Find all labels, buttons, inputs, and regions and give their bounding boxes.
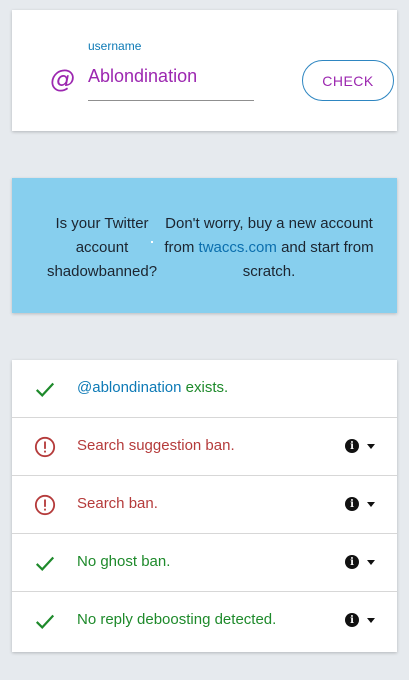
- results-card: @ablondination exists. Search suggestion…: [12, 360, 397, 652]
- info-icon[interactable]: i: [345, 613, 359, 627]
- alert-circle-icon: [34, 436, 56, 458]
- result-text: No ghost ban.: [77, 553, 171, 570]
- username-input[interactable]: Ablondination: [88, 65, 254, 101]
- checkmark-icon: [35, 382, 55, 398]
- result-row-exists: @ablondination exists.: [12, 360, 397, 418]
- result-row-search-ban: Search ban. i: [12, 476, 397, 534]
- caret-down-icon[interactable]: [367, 444, 375, 449]
- result-text: Search ban.: [77, 495, 158, 512]
- result-text: @ablondination exists.: [77, 379, 228, 396]
- username-label: username: [88, 39, 142, 53]
- info-icon[interactable]: i: [345, 497, 359, 511]
- info-icon[interactable]: i: [345, 555, 359, 569]
- result-text: Search suggestion ban.: [77, 437, 235, 454]
- checkmark-icon: [35, 556, 55, 572]
- info-icon[interactable]: i: [345, 439, 359, 453]
- ad-banner[interactable]: Is your Twitter account shadowbanned? Do…: [12, 178, 397, 313]
- ad-link[interactable]: twaccs.com: [199, 239, 277, 256]
- caret-down-icon[interactable]: [367, 618, 375, 623]
- ad-offer: Don't worry, buy a new account from twac…: [158, 212, 380, 284]
- check-button[interactable]: CHECK: [302, 60, 394, 101]
- caret-down-icon[interactable]: [367, 560, 375, 565]
- result-row-reply-deboosting: No reply deboosting detected. i: [12, 592, 397, 650]
- result-text: No reply deboosting detected.: [77, 611, 277, 628]
- result-row-ghost-ban: No ghost ban. i: [12, 534, 397, 592]
- ad-question: Is your Twitter account shadowbanned?: [46, 215, 158, 280]
- exists-text: exists.: [181, 379, 229, 396]
- at-sign-icon: @: [50, 64, 75, 93]
- ad-separator: [151, 241, 153, 243]
- checkmark-icon: [35, 614, 55, 630]
- page: @ username Ablondination CHECK Is your T…: [0, 0, 409, 680]
- result-row-search-suggestion-ban: Search suggestion ban. i: [12, 418, 397, 476]
- username-card: @ username Ablondination CHECK: [12, 10, 397, 131]
- user-handle-link[interactable]: @ablondination: [77, 379, 181, 396]
- alert-circle-icon: [34, 494, 56, 516]
- caret-down-icon[interactable]: [367, 502, 375, 507]
